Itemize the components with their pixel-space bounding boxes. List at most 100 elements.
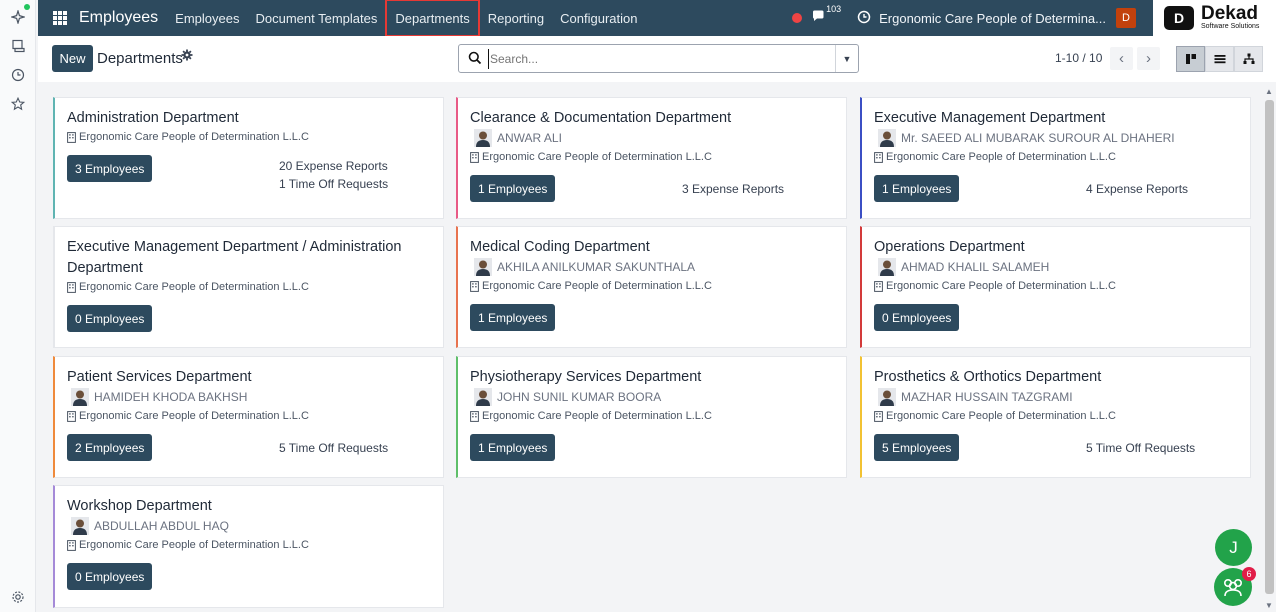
- employees-button[interactable]: 1 Employees: [470, 434, 556, 461]
- department-card-workshop-department[interactable]: Workshop Department ABDULLAH ABDUL HAQ E…: [53, 485, 444, 608]
- department-company: Ergonomic Care People of Determination L…: [67, 410, 309, 422]
- app-name[interactable]: Employees: [79, 9, 158, 27]
- company-name: Ergonomic Care People of Determination L…: [79, 131, 309, 143]
- department-name[interactable]: Operations Department: [874, 237, 1244, 258]
- department-company: Ergonomic Care People of Determination L…: [874, 151, 1116, 163]
- employees-button[interactable]: 0 Employees: [67, 305, 153, 332]
- star-icon[interactable]: [9, 95, 27, 113]
- department-manager: HAMIDEH KHODA BAKHSH: [71, 388, 247, 406]
- menu-reporting[interactable]: Reporting: [480, 0, 552, 36]
- building-icon: [470, 280, 479, 292]
- manager-avatar: [878, 388, 896, 406]
- search-options-dropdown-icon[interactable]: ▼: [835, 45, 858, 72]
- scroll-down-icon[interactable]: ▼: [1265, 601, 1273, 610]
- list-view-icon[interactable]: [1205, 46, 1234, 72]
- department-card-executive-management-department[interactable]: Executive Management Department Mr. SAEE…: [860, 97, 1251, 219]
- department-card-medical-coding-department[interactable]: Medical Coding Department AKHILA ANILKUM…: [456, 226, 847, 348]
- app-grid-icon[interactable]: [53, 11, 67, 25]
- department-company: Ergonomic Care People of Determination L…: [470, 151, 712, 163]
- menu-employees[interactable]: Employees: [167, 0, 247, 36]
- department-stat-link[interactable]: 1 Time Off Requests: [279, 177, 388, 191]
- hierarchy-view-icon[interactable]: [1234, 46, 1263, 72]
- building-icon: [67, 131, 76, 143]
- department-name[interactable]: Patient Services Department: [67, 367, 437, 388]
- employees-button[interactable]: 3 Employees: [67, 155, 153, 182]
- employees-button[interactable]: 0 Employees: [67, 563, 153, 590]
- top-navbar: Employees Employees Document Templates D…: [38, 0, 1153, 37]
- company-name: Ergonomic Care People of Determination L…: [79, 539, 309, 551]
- manager-avatar: [474, 388, 492, 406]
- department-name[interactable]: Prosthetics & Orthotics Department: [874, 367, 1244, 388]
- department-stat-link[interactable]: 5 Time Off Requests: [1086, 441, 1195, 455]
- manager-name: HAMIDEH KHODA BAKHSH: [94, 390, 248, 404]
- employees-button[interactable]: 1 Employees: [874, 175, 960, 202]
- department-manager: AKHILA ANILKUMAR SAKUNTHALA: [474, 258, 695, 276]
- menu-departments[interactable]: Departments: [385, 0, 480, 37]
- new-button[interactable]: New: [52, 45, 93, 72]
- company-name: Ergonomic Care People of Determination L…: [886, 410, 1116, 422]
- department-name[interactable]: Executive Management Department / Admini…: [61, 237, 431, 279]
- department-company: Ergonomic Care People of Determination L…: [470, 280, 712, 292]
- chat-icon[interactable]: 103: [812, 4, 841, 26]
- department-name[interactable]: Executive Management Department: [874, 108, 1244, 129]
- assistant-button[interactable]: J: [1215, 529, 1252, 566]
- breadcrumb: Departments: [97, 50, 183, 67]
- main-menu: Employees Document Templates Departments…: [167, 0, 645, 37]
- menu-configuration[interactable]: Configuration: [552, 0, 645, 36]
- building-icon: [67, 281, 76, 293]
- company-switcher[interactable]: Ergonomic Care People of Determina...: [879, 11, 1106, 26]
- department-name[interactable]: Administration Department: [67, 108, 437, 129]
- chat-count: 103: [826, 4, 842, 14]
- department-card-administration-department[interactable]: Administration Department Ergonomic Care…: [53, 97, 444, 219]
- recording-indicator-icon[interactable]: [792, 13, 803, 23]
- pager-value[interactable]: 1-10 / 10: [1055, 51, 1102, 65]
- department-name[interactable]: Medical Coding Department: [470, 237, 840, 258]
- department-stat-link[interactable]: 20 Expense Reports: [279, 159, 388, 173]
- dekad-logo: D Dekad Software Solutions: [1153, 0, 1276, 36]
- manager-name: ANWAR ALI: [497, 131, 562, 145]
- department-company: Ergonomic Care People of Determination L…: [874, 410, 1116, 422]
- menu-document-templates[interactable]: Document Templates: [247, 0, 385, 36]
- department-card-prosthetics-orthotics-department[interactable]: Prosthetics & Orthotics Department MAZHA…: [860, 356, 1251, 478]
- manager-name: ABDULLAH ABDUL HAQ: [94, 519, 229, 533]
- employees-button[interactable]: 5 Employees: [874, 434, 960, 461]
- department-card-physiotherapy-services-department[interactable]: Physiotherapy Services Department JOHN S…: [456, 356, 847, 478]
- employees-button[interactable]: 0 Employees: [874, 304, 960, 331]
- search-icon: [468, 51, 482, 65]
- manager-name: AHMAD KHALIL SALAMEH: [901, 260, 1050, 274]
- employees-button[interactable]: 1 Employees: [470, 304, 556, 331]
- pager-next-icon[interactable]: ›: [1137, 47, 1160, 70]
- department-stat-link[interactable]: 3 Expense Reports: [682, 182, 784, 196]
- actions-gear-icon[interactable]: [181, 49, 193, 64]
- user-avatar[interactable]: D: [1116, 8, 1136, 28]
- department-card-clearance-documentation-department[interactable]: Clearance & Documentation Department ANW…: [456, 97, 847, 219]
- kanban-view-icon[interactable]: [1176, 46, 1205, 72]
- sparkle-icon[interactable]: [9, 8, 27, 26]
- logo-tagline: Software Solutions: [1201, 23, 1260, 30]
- department-stat-link[interactable]: 5 Time Off Requests: [279, 441, 388, 455]
- department-manager: MAZHAR HUSSAIN TAZGRAMI: [878, 388, 1073, 406]
- department-card-executive-management-department-administration-department[interactable]: Executive Management Department / Admini…: [53, 226, 444, 348]
- activity-clock-icon[interactable]: [857, 10, 871, 27]
- department-name[interactable]: Physiotherapy Services Department: [470, 367, 840, 388]
- history-icon[interactable]: [9, 66, 27, 84]
- employees-button[interactable]: 2 Employees: [67, 434, 153, 461]
- company-name: Ergonomic Care People of Determination L…: [482, 280, 712, 292]
- department-card-operations-department[interactable]: Operations Department AHMAD KHALIL SALAM…: [860, 226, 1251, 348]
- logo-name: Dekad: [1201, 3, 1259, 24]
- search-input[interactable]: [488, 49, 828, 69]
- pager-previous-icon[interactable]: ‹: [1110, 47, 1133, 70]
- inbox-icon[interactable]: [9, 37, 27, 55]
- settings-gear-icon[interactable]: [9, 588, 27, 606]
- employees-button[interactable]: 1 Employees: [470, 175, 556, 202]
- vertical-scrollbar[interactable]: ▲ ▼: [1263, 86, 1276, 612]
- company-name: Ergonomic Care People of Determination L…: [482, 410, 712, 422]
- department-card-patient-services-department[interactable]: Patient Services Department HAMIDEH KHOD…: [53, 356, 444, 478]
- department-name[interactable]: Clearance & Documentation Department: [470, 108, 840, 129]
- department-stat-link[interactable]: 4 Expense Reports: [1086, 182, 1188, 196]
- scrollbar-thumb[interactable]: [1265, 100, 1274, 594]
- manager-name: AKHILA ANILKUMAR SAKUNTHALA: [497, 260, 696, 274]
- department-name[interactable]: Workshop Department: [67, 496, 437, 517]
- scroll-up-icon[interactable]: ▲: [1265, 87, 1273, 96]
- manager-avatar: [878, 258, 896, 276]
